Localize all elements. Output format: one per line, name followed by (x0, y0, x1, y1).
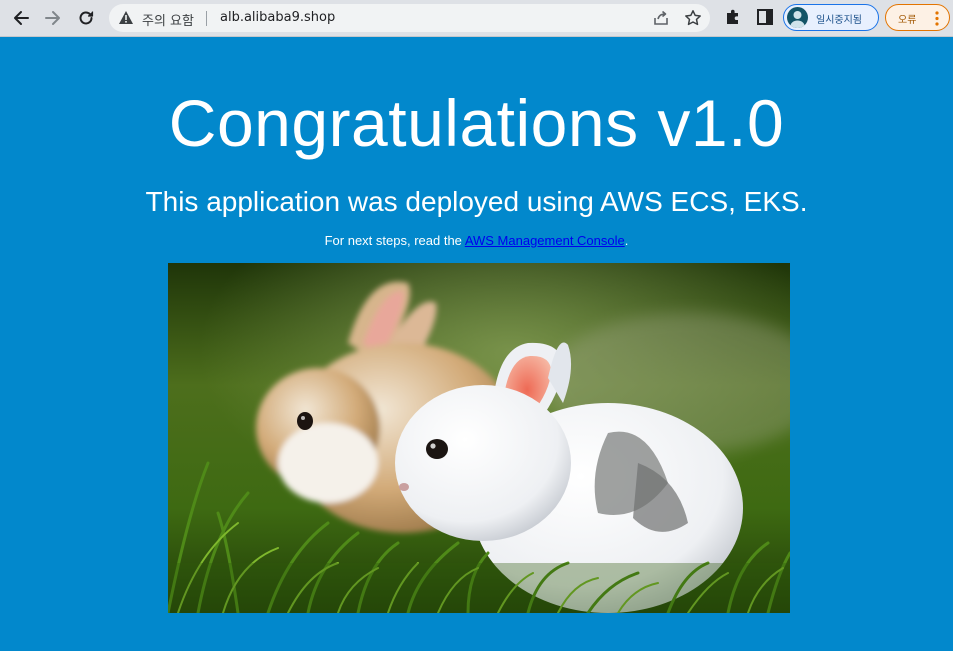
arrow-right-icon (45, 11, 60, 25)
puzzle-icon[interactable] (724, 8, 742, 26)
browser-toolbar: 주의 요함 alb.alibaba9.shop 일시중지됨 오류 (0, 0, 953, 37)
page-content: Congratulations v1.0 This application wa… (0, 37, 953, 651)
kebab-menu-icon (935, 11, 939, 26)
forward-button[interactable] (40, 5, 66, 31)
warning-triangle-icon[interactable] (118, 10, 134, 25)
bunnies-photo (168, 263, 790, 613)
side-panel-icon[interactable] (756, 8, 774, 26)
reload-icon (79, 11, 94, 25)
avatar (787, 7, 808, 28)
address-divider (206, 11, 207, 26)
security-warning-text[interactable]: 주의 요함 (142, 10, 194, 29)
next-steps-suffix: . (624, 233, 629, 248)
page-subtitle: This application was deployed using AWS … (145, 186, 808, 217)
reload-button[interactable] (73, 5, 99, 31)
person-icon (790, 11, 805, 28)
back-button[interactable] (8, 5, 34, 31)
next-steps-prefix: For next steps, read the (324, 233, 465, 248)
profile-button[interactable]: 일시중지됨 (783, 4, 879, 31)
error-menu-button[interactable]: 오류 (885, 4, 950, 31)
url-text[interactable]: alb.alibaba9.shop (220, 10, 335, 25)
next-steps-text: For next steps, read the AWS Management … (0, 233, 953, 249)
page-title: Congratulations v1.0 (168, 86, 785, 160)
aws-console-link[interactable]: AWS Management Console (465, 233, 625, 248)
share-icon[interactable] (652, 9, 670, 27)
profile-status-label: 일시중지됨 (816, 15, 862, 26)
address-bar[interactable]: 주의 요함 alb.alibaba9.shop (109, 4, 710, 32)
arrow-left-icon (14, 11, 29, 25)
error-label: 오류 (898, 15, 917, 26)
star-icon[interactable] (684, 9, 702, 27)
